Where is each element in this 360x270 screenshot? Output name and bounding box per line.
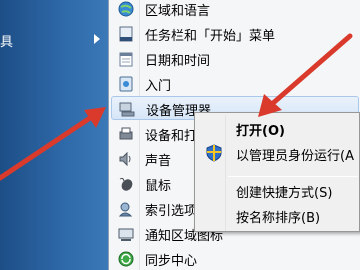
context-item-label: 按名称排序(B)	[236, 211, 321, 226]
context-item-open[interactable]: 打开(O)	[197, 117, 360, 139]
globe-clock-icon	[118, 1, 134, 17]
context-item-label: 打开(O)	[236, 124, 285, 139]
submenu-item-label: 区域和语言	[145, 4, 211, 19]
submenu-item-label: 鼠标	[145, 179, 172, 194]
submenu-item-label: 声音	[145, 154, 172, 169]
context-item-create-shortcut[interactable]: 创建快捷方式(S)	[197, 179, 360, 201]
getting-started-icon	[119, 76, 133, 92]
submenu-item-label: 同步中心	[145, 254, 198, 269]
submenu-item-label: 入门	[145, 79, 172, 94]
submenu-item-label: 日期和时间	[145, 54, 211, 69]
submenu-item-label: 设备和打	[145, 129, 198, 144]
sync-center-icon	[118, 251, 134, 267]
context-menu-separator	[228, 176, 358, 177]
context-item-label: 创建快捷方式(S)	[236, 186, 333, 201]
context-menu: 打开(O) 以管理员身份运行(A 创建快捷方式(S) 按名称排序(B)	[194, 112, 360, 232]
left-menu-item-tools[interactable]: 具	[0, 28, 108, 52]
indexing-icon	[118, 202, 133, 217]
taskbar-icon	[119, 26, 133, 42]
notification-icon	[118, 228, 134, 241]
left-menu-item-label: 具	[0, 35, 14, 50]
shield-icon	[206, 144, 222, 162]
submenu-item-label: 任务栏和「开始」菜单	[145, 29, 276, 44]
submenu-item-getting-started[interactable]: 入门	[111, 72, 359, 96]
device-manager-icon	[119, 102, 135, 117]
chevron-right-icon	[94, 34, 100, 44]
submenu-item-label: 索引选项	[145, 204, 198, 219]
printer-icon	[119, 127, 133, 140]
mouse-icon	[119, 177, 133, 191]
submenu-item-taskbar[interactable]: 任务栏和「开始」菜单	[111, 22, 359, 46]
start-menu-left-panel: 具	[0, 0, 110, 270]
calendar-icon	[119, 52, 133, 67]
speaker-icon	[119, 151, 131, 167]
submenu-item-date-time[interactable]: 日期和时间	[111, 47, 359, 71]
submenu-item-region-language[interactable]: 区域和语言	[111, 0, 359, 21]
context-item-run-as-admin[interactable]: 以管理员身份运行(A	[197, 142, 360, 164]
context-item-label: 以管理员身份运行(A	[236, 149, 354, 164]
context-item-sort-by-name[interactable]: 按名称排序(B)	[197, 204, 360, 226]
submenu-item-sync-center[interactable]: 同步中心	[111, 247, 359, 270]
